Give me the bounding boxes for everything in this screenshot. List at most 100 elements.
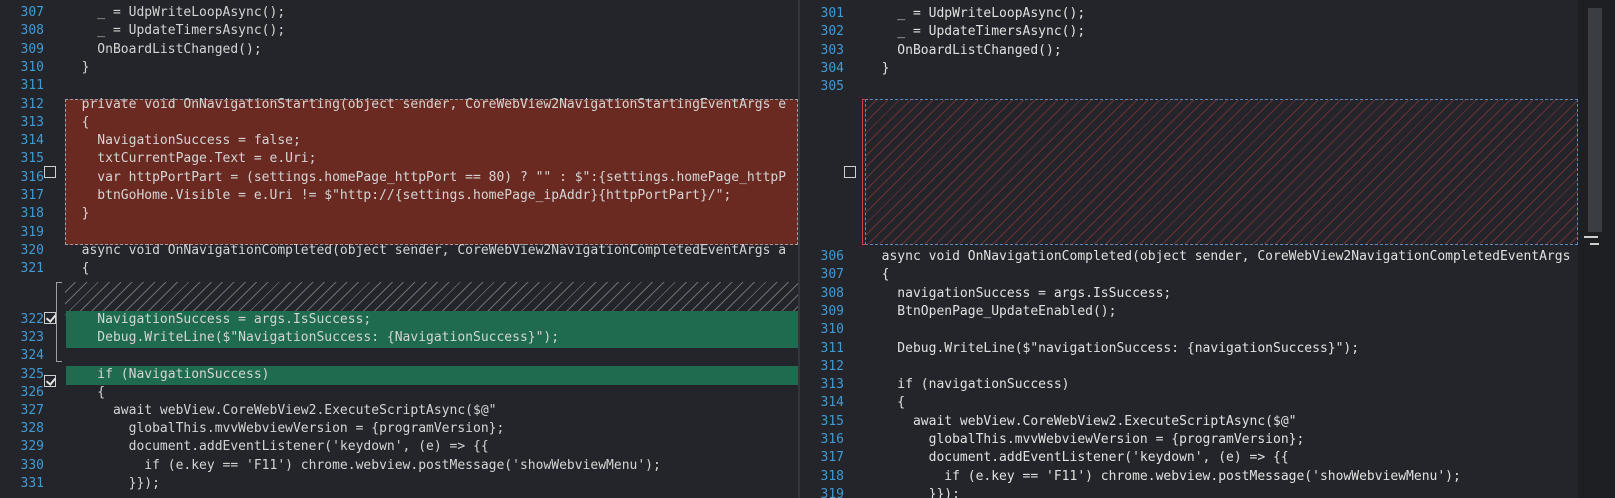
code-line[interactable]: 322 NavigationSuccess = args.IsSuccess; bbox=[0, 311, 798, 330]
code-line[interactable]: 331 }}); bbox=[0, 475, 798, 494]
line-number: 301 bbox=[820, 6, 844, 21]
code-text: { bbox=[866, 267, 890, 283]
line-number: 309 bbox=[20, 41, 44, 57]
code-text: } bbox=[66, 206, 90, 222]
code-line[interactable]: 314 NavigationSuccess = false; bbox=[0, 132, 798, 151]
code-line[interactable]: 309 BtnOpenPage_UpdateEnabled(); bbox=[800, 303, 1578, 322]
line-number: 305 bbox=[820, 79, 844, 95]
scrollbar-thumb[interactable] bbox=[1588, 8, 1602, 232]
code-line[interactable]: 323 Debug.WriteLine($"NavigationSuccess:… bbox=[0, 329, 798, 348]
code-line[interactable]: 309 OnBoardListChanged(); bbox=[0, 41, 798, 60]
code-text: if (NavigationSuccess) bbox=[66, 366, 270, 382]
deleted-placeholder-hatch bbox=[865, 99, 1578, 245]
line-number: 318 bbox=[820, 468, 844, 484]
code-line[interactable]: 329 document.addEventListener('keydown',… bbox=[0, 438, 798, 457]
code-text: async void OnNavigationCompleted(object … bbox=[866, 249, 1571, 264]
line-number: 328 bbox=[20, 421, 44, 437]
code-line[interactable]: 306 async void OnNavigationCompleted(obj… bbox=[800, 248, 1578, 267]
code-line[interactable]: 315 txtCurrentPage.Text = e.Uri; bbox=[0, 150, 798, 169]
code-text: OnBoardListChanged(); bbox=[866, 42, 1062, 58]
code-line[interactable]: 320 async void OnNavigationCompleted(obj… bbox=[0, 242, 798, 261]
code-line[interactable]: 311 bbox=[0, 77, 798, 96]
code-line[interactable]: 308 _ = UpdateTimersAsync(); bbox=[0, 22, 798, 41]
scroll-marker bbox=[1590, 243, 1599, 245]
code-line[interactable]: 312 bbox=[800, 358, 1578, 377]
line-number: 307 bbox=[20, 5, 44, 20]
code-line[interactable]: 327 await webView.CoreWebView2.ExecuteSc… bbox=[0, 402, 798, 421]
code-line[interactable]: 310 } bbox=[0, 59, 798, 78]
line-number: 330 bbox=[20, 457, 44, 473]
line-number: 310 bbox=[820, 322, 844, 338]
code-text: async void OnNavigationCompleted(object … bbox=[66, 242, 787, 258]
code-line[interactable]: 316 globalThis.mvvWebviewVersion = {prog… bbox=[800, 431, 1578, 450]
code-text: _ = UdpWriteLoopAsync(); bbox=[66, 5, 286, 20]
code-line[interactable]: 310 bbox=[800, 321, 1578, 340]
code-line[interactable]: 301 _ = UdpWriteLoopAsync(); bbox=[800, 5, 1578, 24]
line-number: 315 bbox=[820, 413, 844, 429]
code-line[interactable]: 302 _ = UpdateTimersAsync(); bbox=[800, 23, 1578, 42]
line-number: 313 bbox=[20, 114, 44, 130]
left-diff-pane[interactable]: 307 _ = UdpWriteLoopAsync(); 308 _ = Upda… bbox=[0, 0, 798, 498]
line-number: 312 bbox=[820, 358, 844, 374]
code-text: if (navigationSuccess) bbox=[866, 377, 1070, 393]
line-number: 325 bbox=[20, 366, 44, 382]
code-line[interactable]: 328 globalThis.mvvWebviewVersion = {prog… bbox=[0, 420, 798, 439]
code-line[interactable]: 321 { bbox=[0, 260, 798, 279]
code-line[interactable]: 305 bbox=[800, 78, 1578, 97]
line-number: 323 bbox=[20, 330, 44, 346]
code-line[interactable]: 319 }}); bbox=[800, 486, 1578, 498]
code-text: OnBoardListChanged(); bbox=[66, 41, 262, 57]
code-line[interactable]: 313 { bbox=[0, 114, 798, 133]
line-number: 317 bbox=[20, 188, 44, 203]
code-line[interactable]: 303 OnBoardListChanged(); bbox=[800, 42, 1578, 61]
code-line[interactable]: 330 if (e.key == 'F11') chrome.webview.p… bbox=[0, 457, 798, 476]
code-text: navigationSuccess = args.IsSuccess; bbox=[866, 285, 1172, 301]
line-number: 308 bbox=[820, 285, 844, 301]
code-line[interactable]: 326 { bbox=[0, 384, 798, 403]
code-line[interactable]: 307 { bbox=[800, 266, 1578, 285]
code-line[interactable]: 316 var httpPortPart = (settings.homePag… bbox=[0, 169, 798, 188]
code-line[interactable]: 324 bbox=[0, 347, 798, 366]
code-text: private void OnNavigationStarting(object… bbox=[66, 96, 787, 112]
line-number: 311 bbox=[20, 78, 44, 94]
code-text: Debug.WriteLine($"NavigationSuccess: {Na… bbox=[66, 330, 560, 346]
line-number: 317 bbox=[820, 450, 844, 466]
code-line[interactable]: 325 if (NavigationSuccess) bbox=[0, 366, 798, 385]
code-line[interactable]: 311 Debug.WriteLine($"navigationSuccess:… bbox=[800, 340, 1578, 359]
code-line[interactable]: 304 } bbox=[800, 60, 1578, 79]
code-text: NavigationSuccess = false; bbox=[66, 133, 301, 149]
line-number: 329 bbox=[20, 439, 44, 455]
line-number: 303 bbox=[820, 42, 844, 58]
line-number: 313 bbox=[820, 377, 844, 393]
line-number: 324 bbox=[20, 348, 44, 364]
code-text: _ = UdpWriteLoopAsync(); bbox=[866, 6, 1086, 21]
code-line[interactable]: 318 if (e.key == 'F11') chrome.webview.p… bbox=[800, 468, 1578, 487]
code-line[interactable]: 318 } bbox=[0, 205, 798, 224]
right-diff-pane[interactable]: 301 _ = UdpWriteLoopAsync(); 302 _ = Upda… bbox=[800, 0, 1578, 498]
code-line[interactable]: 315 await webView.CoreWebView2.ExecuteSc… bbox=[800, 413, 1578, 432]
code-text: if (e.key == 'F11') chrome.webview.postM… bbox=[66, 457, 661, 473]
line-number: 322 bbox=[20, 312, 44, 327]
placeholder-block-checkbox[interactable] bbox=[844, 166, 856, 178]
code-line[interactable]: 317 document.addEventListener('keydown',… bbox=[800, 449, 1578, 468]
code-text: document.addEventListener('keydown', (e)… bbox=[866, 450, 1289, 466]
code-line[interactable]: 308 navigationSuccess = args.IsSuccess; bbox=[800, 285, 1578, 304]
line-number: 302 bbox=[820, 24, 844, 40]
code-text: } bbox=[866, 60, 890, 76]
code-line[interactable]: 307 _ = UdpWriteLoopAsync(); bbox=[0, 4, 798, 23]
code-text: await webView.CoreWebView2.ExecuteScript… bbox=[66, 403, 497, 418]
deleted-block-bracket bbox=[862, 99, 866, 245]
line-number: 331 bbox=[20, 475, 44, 491]
code-line[interactable]: 314 { bbox=[800, 394, 1578, 413]
code-text: if (e.key == 'F11') chrome.webview.postM… bbox=[866, 468, 1461, 484]
code-line[interactable]: 313 if (navigationSuccess) bbox=[800, 376, 1578, 395]
code-text: { bbox=[866, 395, 906, 411]
code-line[interactable]: 317 btnGoHome.Visible = e.Uri != $"http:… bbox=[0, 187, 798, 206]
line-number: 310 bbox=[20, 59, 44, 75]
code-line[interactable]: 312 private void OnNavigationStarting(ob… bbox=[0, 96, 798, 115]
code-text: }}); bbox=[866, 486, 960, 498]
line-number: 319 bbox=[820, 486, 844, 498]
code-text: var httpPortPart = (settings.homePage_ht… bbox=[66, 169, 787, 185]
code-line[interactable]: 319 bbox=[0, 224, 798, 243]
code-text: Debug.WriteLine($"navigationSuccess: {na… bbox=[866, 340, 1360, 356]
